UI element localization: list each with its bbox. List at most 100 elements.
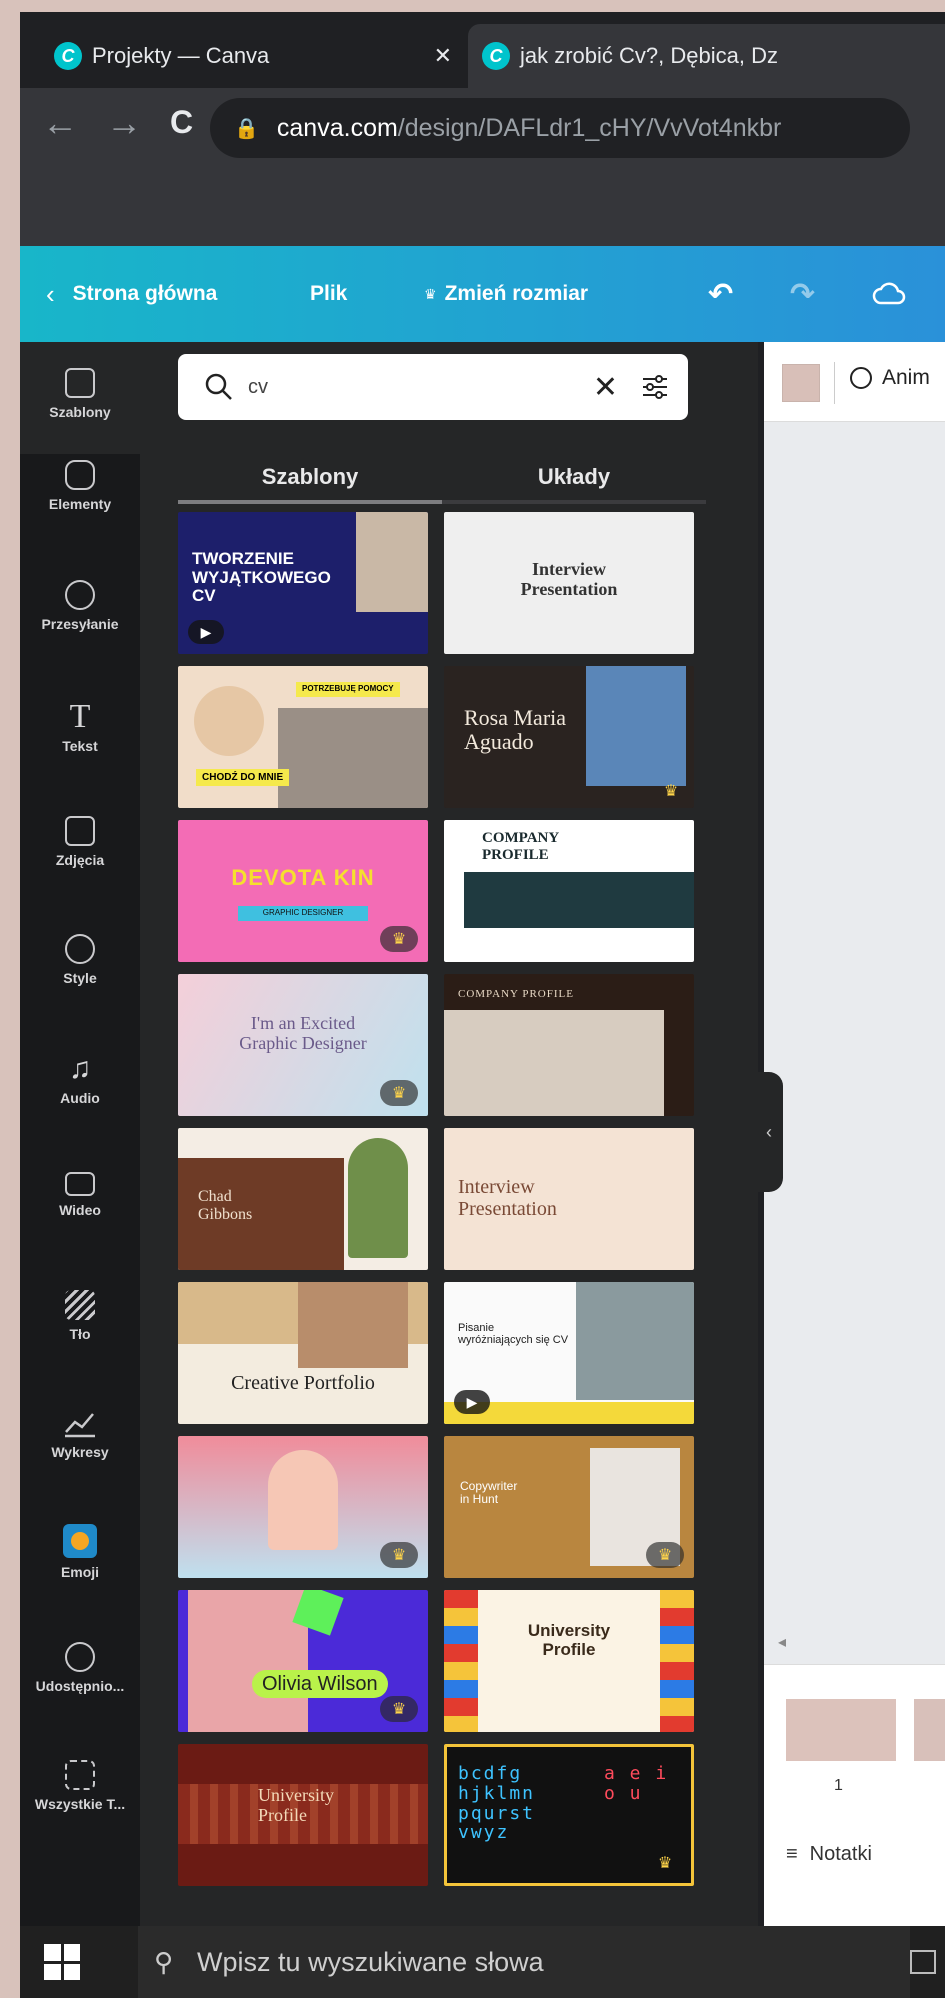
template-card[interactable]: POTRZEBUJĘ POMOCY CHODŹ DO MNIE xyxy=(178,666,428,808)
template-card[interactable]: DEVOTA KIN GRAPHIC DESIGNER ♛ xyxy=(178,820,428,962)
rail-label: Tło xyxy=(69,1326,91,1342)
tab-layouts[interactable]: Układy xyxy=(442,452,706,502)
rail-item-charts[interactable]: Wykresy xyxy=(20,1408,140,1460)
music-note-icon: ♫ xyxy=(68,1052,92,1085)
tab-title: Projekty — Canva xyxy=(92,43,270,68)
bookmarks-strip xyxy=(20,168,945,246)
palette-icon xyxy=(65,934,95,964)
resize-label: Zmień rozmiar xyxy=(444,282,589,305)
browser-tab-projects[interactable]: C Projekty — Canva ✕ xyxy=(44,24,464,88)
file-menu-button[interactable]: Plik xyxy=(310,246,347,342)
undo-icon[interactable]: ↶ xyxy=(708,246,733,342)
forward-arrow-icon[interactable]: → xyxy=(106,102,142,144)
back-arrow-icon[interactable]: ← xyxy=(42,102,78,144)
emoji-icon xyxy=(63,1524,97,1558)
template-title: bcdfg hjklmn pqurst vwyz xyxy=(458,1763,536,1844)
template-card[interactable]: bcdfg hjklmn pqurst vwyz a e io u ♛ xyxy=(444,1744,694,1886)
video-icon xyxy=(65,1172,95,1196)
scroll-left-icon[interactable]: ◂ xyxy=(778,1632,786,1652)
rail-item-templates[interactable]: Szablony xyxy=(20,342,140,454)
crown-small-icon: ♛ xyxy=(424,285,437,302)
search-input[interactable]: cv ✕ xyxy=(178,354,688,420)
template-card[interactable]: University Profile xyxy=(444,1590,694,1732)
rail-label: Audio xyxy=(60,1090,100,1106)
collapse-panel-button[interactable]: ‹ xyxy=(755,1072,783,1192)
template-photo xyxy=(464,872,694,928)
template-title: Copywriter in Hunt xyxy=(460,1479,518,1507)
taskbar-search-placeholder: Wpisz tu wyszukiwane słowa xyxy=(197,1946,544,1977)
canva-header: ‹ Strona główna Plik ♛ Zmień rozmiar ↶ ↷ xyxy=(20,246,945,342)
clear-search-icon[interactable]: ✕ xyxy=(593,370,618,405)
template-card[interactable]: Copywriter in Hunt ♛ xyxy=(444,1436,694,1578)
resize-button[interactable]: ♛ Zmień rozmiar xyxy=(424,246,588,342)
rail-label: Wideo xyxy=(59,1202,101,1218)
rail-item-upload[interactable]: Przesyłanie xyxy=(20,580,140,632)
crown-icon: ♛ xyxy=(663,783,679,800)
rail-item-photos[interactable]: Zdjęcia xyxy=(20,816,140,868)
template-card[interactable]: Olivia Wilson ♛ xyxy=(178,1590,428,1732)
template-card[interactable]: ♛ xyxy=(178,1436,428,1578)
notes-button[interactable]: ≡ Notatki xyxy=(786,1843,872,1866)
template-photo xyxy=(586,666,686,786)
background-color-swatch[interactable] xyxy=(782,364,820,402)
crown-icon: ♛ xyxy=(380,1696,418,1722)
rail-label: Zdjęcia xyxy=(55,852,105,868)
template-card[interactable]: Chad Gibbons xyxy=(178,1128,428,1270)
browser-tab-current[interactable]: C jak zrobić Cv?, Dębica, Dz xyxy=(468,24,945,88)
template-card[interactable]: Rosa Maria Aguado ♛ xyxy=(444,666,694,808)
notes-icon: ≡ xyxy=(786,1843,798,1865)
tab-close-icon[interactable]: ✕ xyxy=(434,43,452,69)
filter-sliders-icon[interactable] xyxy=(640,373,670,401)
taskbar-search[interactable]: ⚲ Wpisz tu wyszukiwane słowa xyxy=(138,1926,910,1998)
template-photo xyxy=(444,1010,664,1116)
windows-start-icon[interactable] xyxy=(44,1944,80,1980)
crown-icon: ♛ xyxy=(646,1542,684,1568)
template-card[interactable]: Pisanie wyróżniających się CV ▶ xyxy=(444,1282,694,1424)
rail-label: Emoji xyxy=(60,1564,100,1580)
templates-icon xyxy=(65,368,95,398)
file-label: Plik xyxy=(310,282,348,305)
redo-icon[interactable]: ↷ xyxy=(790,246,815,342)
rail-item-audio[interactable]: ♫ Audio xyxy=(20,1052,140,1106)
page-thumbnail[interactable] xyxy=(914,1699,945,1761)
rail-item-shared[interactable]: Udostępnio... xyxy=(20,1642,140,1694)
url-path: /design/DAFLdr1_cHY/VvVot4nkbr xyxy=(397,113,782,142)
template-card[interactable]: Interview Presentation xyxy=(444,512,694,654)
rail-item-background[interactable]: Tło xyxy=(20,1290,140,1342)
template-title: University Profile xyxy=(258,1785,334,1825)
play-icon: ▶ xyxy=(188,620,224,644)
template-card[interactable]: COMPANY PROFILE xyxy=(444,974,694,1116)
task-view-icon[interactable] xyxy=(910,1950,936,1974)
tab-templates[interactable]: Szablony xyxy=(178,452,442,502)
play-icon: ▶ xyxy=(454,1390,490,1414)
template-title: TWORZENIE WYJĄTKOWEGO CV xyxy=(192,549,331,606)
rail-item-text[interactable]: T Tekst xyxy=(20,698,140,754)
template-title: I'm an Excited Graphic Designer xyxy=(239,1013,367,1053)
template-title: Rosa Maria Aguado xyxy=(464,705,567,755)
template-card[interactable]: University Profile xyxy=(178,1744,428,1886)
rail-item-emoji[interactable]: Emoji xyxy=(20,1524,140,1580)
rail-item-all-apps[interactable]: Wszystkie T... xyxy=(20,1760,140,1812)
template-card[interactable]: Creative Portfolio xyxy=(178,1282,428,1424)
rail-item-styles[interactable]: Style xyxy=(20,934,140,986)
rail-item-elements[interactable]: Elementy xyxy=(20,460,140,512)
crown-icon: ♛ xyxy=(380,1080,418,1106)
url-field[interactable]: 🔒 canva.com /design/DAFLdr1_cHY/VvVot4nk… xyxy=(210,98,910,158)
screen: C Projekty — Canva ✕ C jak zrobić Cv?, D… xyxy=(20,12,945,1998)
animate-button[interactable]: Anim xyxy=(850,366,930,390)
page-thumbnail[interactable] xyxy=(786,1699,896,1761)
template-photo xyxy=(194,686,264,756)
rail-item-video[interactable]: Wideo xyxy=(20,1172,140,1218)
template-title: University Profile xyxy=(527,1621,611,1659)
search-value: cv xyxy=(248,375,268,398)
template-card[interactable]: Interview Presentation xyxy=(444,1128,694,1270)
reload-icon[interactable]: C xyxy=(170,104,193,141)
chart-icon xyxy=(65,1413,95,1438)
template-card[interactable]: COMPANY PROFILE xyxy=(444,820,694,962)
home-button[interactable]: ‹ Strona główna xyxy=(46,246,217,342)
template-card[interactable]: TWORZENIE WYJĄTKOWEGO CV ▶ xyxy=(178,512,428,654)
cloud-save-icon[interactable] xyxy=(872,246,906,342)
template-grid: TWORZENIE WYJĄTKOWEGO CV ▶ Interview Presen… xyxy=(178,512,708,1916)
template-card[interactable]: I'm an Excited Graphic Designer ♛ xyxy=(178,974,428,1116)
canvas-toolbar: Anim xyxy=(764,342,945,422)
